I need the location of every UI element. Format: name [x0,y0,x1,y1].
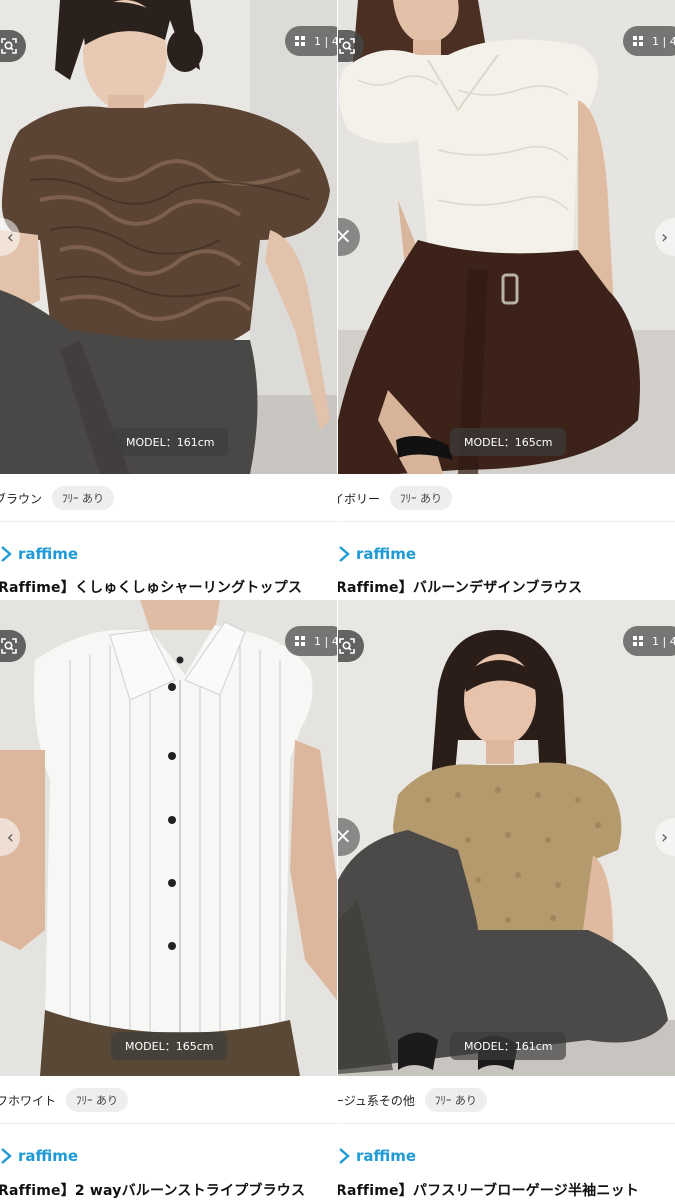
photo-count: 1 | 45 [652,634,675,648]
chevron-left-icon: ‹ [6,226,14,248]
divider [338,1123,675,1124]
model-height-tag: MODEL：165cm [450,428,567,456]
product-photo[interactable] [338,0,675,474]
product-title[interactable]: Raffime】パフスリーブローゲージ半袖ニット [338,1180,639,1200]
chevron-right-icon: › [661,826,669,848]
image-search-icon [1,38,17,54]
photo-count: 1 | 4 [314,634,337,648]
brand-link[interactable]: raffime [0,1146,78,1166]
model-height-tag: MODEL：165cm [111,1032,228,1060]
divider [0,1123,337,1124]
product-card[interactable]: 1 | 4 ‹ MODEL：165cm フホワイト ﾌﾘｰ あり raffime… [0,600,337,1200]
color-name: イボリー [338,491,381,506]
brand-link[interactable]: raffime [338,1146,416,1166]
brand-name: raffime [18,1147,79,1165]
brand-link[interactable]: raffime [0,544,78,564]
photo-count: 1 | 4 [652,34,675,48]
brand-name: raffime [356,1147,417,1165]
product-card[interactable]: 1 | 45 × › MODEL：161cm ージュ系その他 ﾌﾘｰ あり ra… [338,600,675,1200]
variant-row: ブラウン ﾌﾘｰ あり [0,486,337,510]
photo-count-badge[interactable]: 1 | 4 [285,626,337,656]
product-card[interactable]: 1 | 4 ‹ MODEL：161cm ブラウン ﾌﾘｰ あり raffime … [0,0,337,600]
close-icon: × [338,224,352,249]
size-badge[interactable]: ﾌﾘｰ あり [52,486,115,510]
photo-count-badge[interactable]: 1 | 45 [623,626,675,656]
product-photo[interactable] [0,0,337,474]
grid-icon [295,635,306,647]
variant-row: イボリー ﾌﾘｰ あり [338,486,675,510]
brand-name: raffime [18,545,79,563]
chevron-right-brand-icon [1,1148,12,1164]
color-name: フホワイト [0,1093,57,1108]
chevron-right-brand-icon [339,1148,350,1164]
variant-row: フホワイト ﾌﾘｰ あり [0,1088,337,1112]
variant-row: ージュ系その他 ﾌﾘｰ あり [338,1088,675,1112]
photo-count-badge[interactable]: 1 | 4 [285,26,337,56]
size-badge[interactable]: ﾌﾘｰ あり [66,1088,129,1112]
model-height-tag: MODEL：161cm [112,428,229,456]
close-icon: × [338,824,352,849]
grid-icon [633,35,644,47]
size-badge[interactable]: ﾌﾘｰ あり [390,486,453,510]
product-title[interactable]: Raffime】バルーンデザインブラウス [338,577,582,597]
divider [0,521,337,522]
chevron-left-icon: ‹ [6,826,14,848]
photo-count-badge[interactable]: 1 | 4 [623,26,675,56]
brand-name: raffime [356,545,417,563]
size-badge[interactable]: ﾌﾘｰ あり [424,1088,487,1112]
grid-icon [295,35,306,47]
product-title[interactable]: Raffime】くしゅくしゅシャーリングトップス [0,577,302,597]
product-photo[interactable] [338,600,675,1076]
image-search-icon [1,638,17,654]
product-photo[interactable] [0,600,337,1076]
chevron-right-brand-icon [339,546,350,562]
divider [338,521,675,522]
chevron-right-brand-icon [1,546,12,562]
photo-count: 1 | 4 [314,34,337,48]
color-name: ブラウン [0,491,43,506]
product-card[interactable]: 1 | 4 × › MODEL：165cm イボリー ﾌﾘｰ あり raffim… [338,0,675,600]
grid-icon [633,635,644,647]
product-title[interactable]: Raffime】2 wayバルーンストライプブラウス [0,1180,305,1200]
color-name: ージュ系その他 [338,1093,415,1108]
chevron-right-icon: › [661,226,669,248]
image-search-icon [339,38,355,54]
model-height-tag: MODEL：161cm [450,1032,567,1060]
image-search-icon [339,638,355,654]
brand-link[interactable]: raffime [338,544,416,564]
